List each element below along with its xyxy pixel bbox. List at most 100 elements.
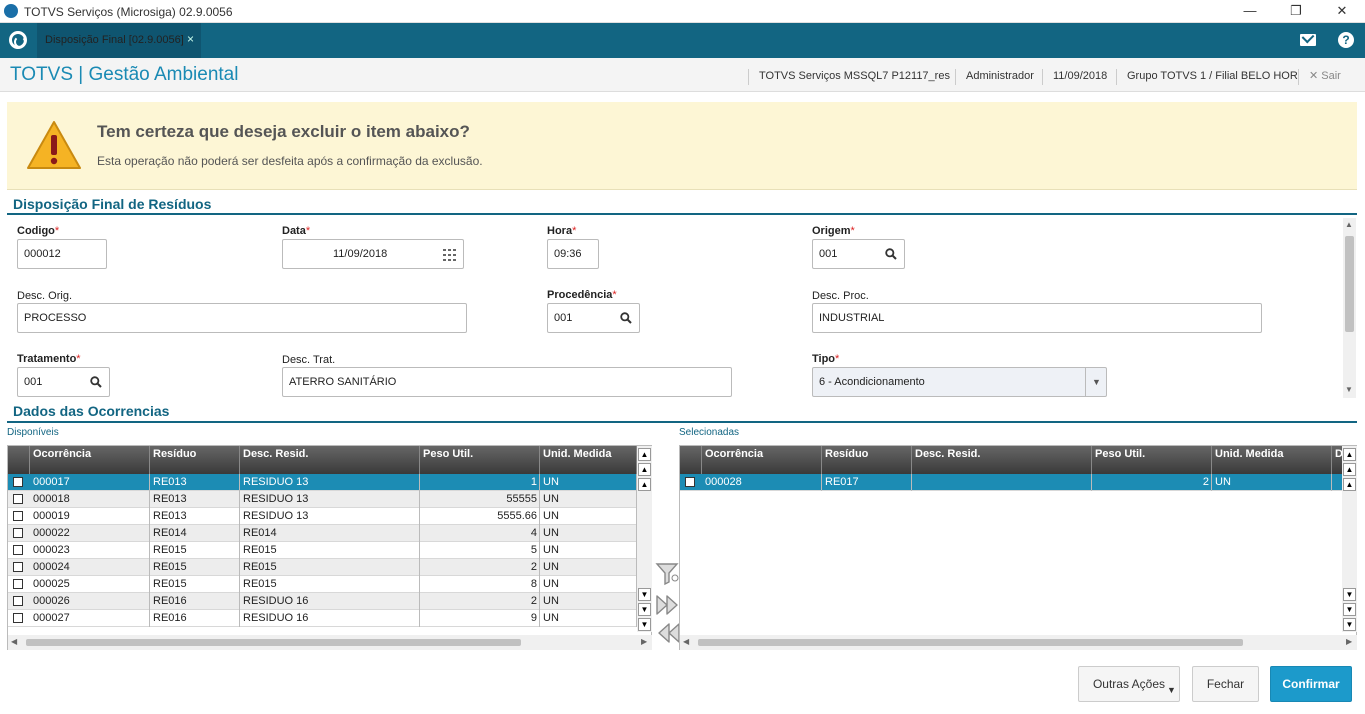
confirm-button[interactable]: Confirmar [1270, 666, 1352, 702]
data-field[interactable]: 11/09/2018 [282, 239, 464, 269]
table-row[interactable]: 000022 RE014 RE014 4 UN [8, 525, 637, 542]
table-row[interactable]: 000028 RE017 2 UN [680, 474, 1342, 491]
procedencia-field[interactable]: 001 [547, 303, 640, 333]
available-hscroll[interactable]: ◀ ▶ [8, 635, 652, 650]
tab-close-icon[interactable]: × [187, 32, 194, 46]
close-window-button[interactable]: ✕ [1319, 0, 1365, 23]
row-checkbox[interactable] [13, 579, 23, 589]
tipo-select[interactable]: 6 - Acondicionamento ▼ [812, 367, 1107, 397]
desc-orig-field[interactable]: PROCESSO [17, 303, 467, 333]
header-check-col [8, 446, 30, 474]
cell-peso-util: 55555 [420, 491, 540, 508]
col-desc-resid[interactable]: Desc. Resid. [240, 446, 420, 474]
form-scrollbar[interactable]: ▲ ▼ [1343, 218, 1356, 398]
tipo-value: 6 - Acondicionamento [819, 376, 925, 388]
row-checkbox[interactable] [13, 545, 23, 555]
totvs-logo-icon[interactable] [9, 31, 27, 49]
minimize-button[interactable]: — [1227, 0, 1273, 23]
col-peso-util[interactable]: Peso Util. [1092, 446, 1212, 474]
row-checkbox[interactable] [13, 511, 23, 521]
exit-button[interactable]: ✕ Sair [1298, 69, 1341, 85]
close-button[interactable]: Fechar [1192, 666, 1259, 702]
table-row[interactable]: 000019 RE013 RESIDUO 13 5555.66 UN [8, 508, 637, 525]
calendar-icon[interactable] [443, 249, 457, 261]
selected-label: Selecionadas [679, 427, 740, 438]
header-check-col [680, 446, 702, 474]
origem-field[interactable]: 001 [812, 239, 905, 269]
col-ocorrencia[interactable]: Ocorrência [702, 446, 822, 474]
row-checkbox[interactable] [13, 477, 23, 487]
cell-desc-resid: RESIDUO 13 [240, 474, 420, 491]
other-actions-button[interactable]: Outras Ações ▼ [1078, 666, 1180, 702]
table-row[interactable]: 000018 RE013 RESIDUO 13 55555 UN [8, 491, 637, 508]
cell-ocorrencia: 000019 [30, 508, 150, 525]
desc-proc-field[interactable]: INDUSTRIAL [812, 303, 1262, 333]
scroll-left-icon[interactable]: ◀ [683, 637, 689, 646]
col-ocorrencia[interactable]: Ocorrência [30, 446, 150, 474]
row-checkbox[interactable] [13, 494, 23, 504]
scroll-bottom-icon[interactable]: ▼ [1343, 618, 1356, 631]
scroll-page-up-icon[interactable]: ▲ [1343, 463, 1356, 476]
available-hscroll-thumb[interactable] [26, 639, 521, 646]
col-desc-resid[interactable]: Desc. Resid. [912, 446, 1092, 474]
tratamento-search-icon[interactable] [90, 376, 102, 388]
desc-trat-label: Desc. Trat. [282, 354, 336, 366]
move-all-left-icon[interactable] [655, 622, 681, 644]
scroll-up-icon[interactable]: ▲ [638, 478, 651, 491]
scroll-up-icon[interactable]: ▲ [1345, 220, 1353, 229]
scroll-top-icon[interactable]: ▲ [1343, 448, 1356, 461]
scroll-bottom-icon[interactable]: ▼ [638, 618, 651, 631]
chevron-down-icon[interactable]: ▼ [1085, 368, 1107, 396]
mail-icon[interactable] [1300, 34, 1316, 46]
col-residuo[interactable]: Resíduo [150, 446, 240, 474]
scroll-down-icon[interactable]: ▼ [638, 588, 651, 601]
table-row[interactable]: 000025 RE015 RE015 8 UN [8, 576, 637, 593]
table-row[interactable]: 000026 RE016 RESIDUO 16 2 UN [8, 593, 637, 610]
form-scroll-thumb[interactable] [1345, 236, 1354, 332]
restore-button[interactable]: ❐ [1273, 0, 1319, 23]
group-info: Grupo TOTVS 1 / Filial BELO HOR [1116, 69, 1298, 85]
filter-icon[interactable] [655, 562, 681, 586]
selected-hscroll[interactable]: ◀ ▶ [680, 635, 1357, 650]
cell-unid-medida: UN [540, 576, 637, 593]
help-icon[interactable]: ? [1338, 32, 1354, 48]
codigo-field[interactable]: 000012 [17, 239, 107, 269]
row-checkbox[interactable] [13, 613, 23, 623]
scroll-left-icon[interactable]: ◀ [11, 637, 17, 646]
scroll-right-icon[interactable]: ▶ [641, 637, 647, 646]
table-row[interactable]: 000017 RE013 RESIDUO 13 1 UN [8, 474, 637, 491]
hora-field[interactable]: 09:36 [547, 239, 599, 269]
col-residuo[interactable]: Resíduo [822, 446, 912, 474]
selected-hscroll-thumb[interactable] [698, 639, 1243, 646]
row-checkbox[interactable] [13, 528, 23, 538]
col-peso-util[interactable]: Peso Util. [420, 446, 540, 474]
tab-disposicao-final[interactable]: Disposição Final [02.9.0056] × [37, 23, 201, 58]
scroll-page-down-icon[interactable]: ▼ [638, 603, 651, 616]
col-unid-medida[interactable]: Unid. Medida [540, 446, 637, 474]
scroll-right-icon[interactable]: ▶ [1346, 637, 1352, 646]
procedencia-search-icon[interactable] [620, 312, 632, 324]
tratamento-field[interactable]: 001 [17, 367, 110, 397]
available-vscroll[interactable]: ▲ ▲ ▲ ▼ ▼ ▼ [637, 446, 652, 632]
desc-proc-label: Desc. Proc. [812, 290, 869, 302]
tipo-label: Tipo* [812, 353, 840, 365]
scroll-down-icon[interactable]: ▼ [1345, 385, 1353, 394]
row-checkbox[interactable] [13, 562, 23, 572]
scroll-page-down-icon[interactable]: ▼ [1343, 603, 1356, 616]
scroll-page-up-icon[interactable]: ▲ [638, 463, 651, 476]
col-unid-medida[interactable]: Unid. Medida [1212, 446, 1332, 474]
desc-trat-field[interactable]: ATERRO SANITÁRIO [282, 367, 732, 397]
selected-vscroll[interactable]: ▲ ▲ ▲ ▼ ▼ ▼ [1342, 446, 1357, 632]
scroll-top-icon[interactable]: ▲ [638, 448, 651, 461]
origem-search-icon[interactable] [885, 248, 897, 260]
row-checkbox[interactable] [13, 596, 23, 606]
scroll-down-icon[interactable]: ▼ [1343, 588, 1356, 601]
table-row[interactable]: 000027 RE016 RESIDUO 16 9 UN [8, 610, 637, 627]
row-checkbox[interactable] [685, 477, 695, 487]
cell-unid-medida: UN [540, 559, 637, 576]
table-row[interactable]: 000023 RE015 RE015 5 UN [8, 542, 637, 559]
move-all-right-icon[interactable] [655, 594, 681, 616]
table-row[interactable]: 000024 RE015 RE015 2 UN [8, 559, 637, 576]
col-more[interactable]: D [1332, 446, 1342, 474]
scroll-up-icon[interactable]: ▲ [1343, 478, 1356, 491]
